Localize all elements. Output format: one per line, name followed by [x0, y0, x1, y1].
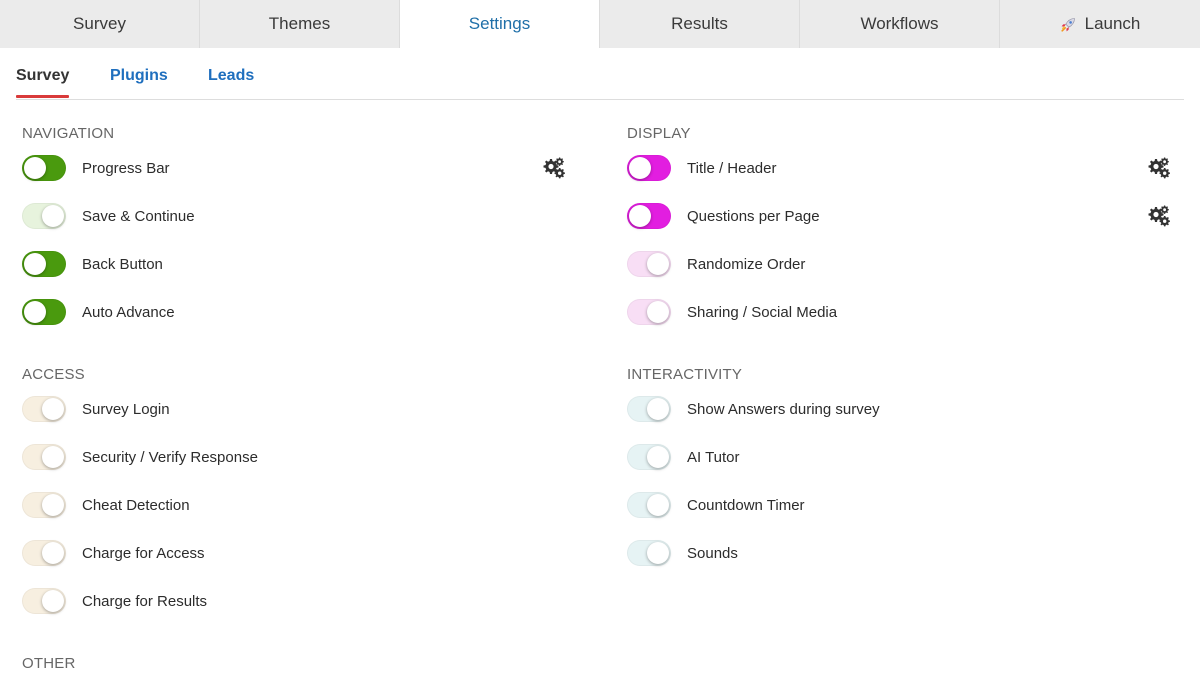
- sharing-social-toggle[interactable]: [627, 299, 671, 325]
- security-verify-label: Security / Verify Response: [82, 448, 258, 466]
- access-heading: ACCESS: [22, 366, 85, 383]
- auto-advance-toggle[interactable]: [22, 299, 66, 325]
- setting-charge-access: Charge for Access: [22, 538, 582, 568]
- auto-advance-label: Auto Advance: [82, 303, 175, 321]
- sub-tab-bar: Survey Plugins Leads: [16, 48, 1184, 100]
- ai-tutor-toggle[interactable]: [627, 444, 671, 470]
- tab-results[interactable]: Results: [600, 0, 800, 48]
- title-header-toggle[interactable]: [627, 155, 671, 181]
- access-section: ACCESS Survey Login Security / Verify Re…: [22, 365, 582, 625]
- questions-per-page-label: Questions per Page: [687, 207, 820, 225]
- progress-bar-settings-gear-icon[interactable]: [540, 155, 566, 181]
- sounds-toggle[interactable]: [627, 540, 671, 566]
- setting-auto-advance: Auto Advance: [22, 297, 582, 327]
- survey-login-toggle[interactable]: [22, 396, 66, 422]
- setting-charge-results: Charge for Results: [22, 586, 582, 616]
- setting-ai-tutor: AI Tutor: [627, 442, 1187, 472]
- tab-themes-label: Themes: [268, 14, 331, 33]
- setting-show-answers: Show Answers during survey: [627, 394, 1187, 424]
- setting-countdown-timer: Countdown Timer: [627, 490, 1187, 520]
- tab-workflows-label: Workflows: [860, 14, 939, 33]
- show-answers-toggle[interactable]: [627, 396, 671, 422]
- toggle-knob: [42, 398, 64, 420]
- rocket-icon: [1060, 17, 1076, 33]
- interactivity-section: INTERACTIVITY Show Answers during survey…: [627, 365, 1187, 575]
- toggle-knob: [629, 157, 651, 179]
- setting-cheat-detection: Cheat Detection: [22, 490, 582, 520]
- charge-results-label: Charge for Results: [82, 592, 208, 610]
- randomize-order-toggle[interactable]: [627, 251, 671, 277]
- tab-settings-label: Settings: [468, 14, 531, 33]
- toggle-knob: [24, 301, 46, 323]
- setting-sharing-social: Sharing / Social Media: [627, 297, 1187, 327]
- back-button-toggle[interactable]: [22, 251, 66, 277]
- ai-tutor-label: AI Tutor: [687, 448, 740, 466]
- back-button-label: Back Button: [82, 255, 163, 273]
- setting-survey-login: Survey Login: [22, 394, 582, 424]
- setting-back-button: Back Button: [22, 249, 582, 279]
- tab-workflows[interactable]: Workflows: [800, 0, 1000, 48]
- show-answers-label: Show Answers during survey: [687, 400, 880, 418]
- countdown-timer-label: Countdown Timer: [687, 496, 805, 514]
- sounds-label: Sounds: [687, 544, 738, 562]
- progress-bar-toggle[interactable]: [22, 155, 66, 181]
- setting-questions-per-page: Questions per Page: [627, 201, 1187, 231]
- toggle-knob: [647, 398, 669, 420]
- subtab-survey[interactable]: Survey: [16, 67, 70, 98]
- tab-survey[interactable]: Survey: [0, 0, 200, 48]
- save-continue-toggle[interactable]: [22, 203, 66, 229]
- setting-save-continue: Save & Continue: [22, 201, 582, 231]
- toggle-knob: [647, 542, 669, 564]
- tab-settings[interactable]: Settings: [400, 0, 600, 48]
- toggle-knob: [647, 253, 669, 275]
- setting-progress-bar: Progress Bar: [22, 153, 582, 183]
- countdown-timer-toggle[interactable]: [627, 492, 671, 518]
- toggle-knob: [647, 494, 669, 516]
- tab-launch[interactable]: Launch: [1000, 0, 1200, 48]
- tab-results-label: Results: [671, 14, 728, 33]
- sharing-social-label: Sharing / Social Media: [687, 303, 838, 321]
- setting-sounds: Sounds: [627, 538, 1187, 568]
- display-heading: DISPLAY: [627, 125, 691, 142]
- toggle-knob: [647, 446, 669, 468]
- security-verify-toggle[interactable]: [22, 444, 66, 470]
- toggle-knob: [42, 205, 64, 227]
- questions-per-page-toggle[interactable]: [627, 203, 671, 229]
- display-section: DISPLAY Title / Header Questions per Pag…: [627, 124, 1187, 334]
- charge-access-label: Charge for Access: [82, 544, 205, 562]
- title-header-settings-gear-icon[interactable]: [1145, 155, 1171, 181]
- interactivity-heading: INTERACTIVITY: [627, 366, 743, 383]
- setting-title-header: Title / Header: [627, 153, 1187, 183]
- questions-per-page-settings-gear-icon[interactable]: [1145, 203, 1171, 229]
- cheat-detection-label: Cheat Detection: [82, 496, 190, 514]
- toggle-knob: [24, 253, 46, 275]
- navigation-section: NAVIGATION Progress Bar Save & Continue …: [22, 124, 582, 334]
- toggle-knob: [42, 542, 64, 564]
- subtab-leads[interactable]: Leads: [208, 67, 254, 85]
- save-continue-label: Save & Continue: [82, 207, 195, 225]
- randomize-order-label: Randomize Order: [687, 255, 806, 273]
- top-tab-bar: Survey Themes Settings Results Workflows…: [0, 0, 1200, 48]
- toggle-knob: [42, 494, 64, 516]
- progress-bar-label: Progress Bar: [82, 159, 170, 177]
- tab-launch-label: Launch: [1084, 14, 1141, 33]
- charge-results-toggle[interactable]: [22, 588, 66, 614]
- toggle-knob: [42, 446, 64, 468]
- title-header-label: Title / Header: [687, 159, 777, 177]
- toggle-knob: [42, 590, 64, 612]
- survey-login-label: Survey Login: [82, 400, 170, 418]
- toggle-knob: [647, 301, 669, 323]
- toggle-knob: [24, 157, 46, 179]
- tab-survey-label: Survey: [73, 14, 126, 33]
- setting-security-verify: Security / Verify Response: [22, 442, 582, 472]
- cheat-detection-toggle[interactable]: [22, 492, 66, 518]
- charge-access-toggle[interactable]: [22, 540, 66, 566]
- subtab-plugins[interactable]: Plugins: [110, 67, 168, 85]
- tab-themes[interactable]: Themes: [200, 0, 400, 48]
- other-heading: OTHER: [22, 655, 76, 672]
- navigation-heading: NAVIGATION: [22, 125, 115, 142]
- setting-randomize-order: Randomize Order: [627, 249, 1187, 279]
- toggle-knob: [629, 205, 651, 227]
